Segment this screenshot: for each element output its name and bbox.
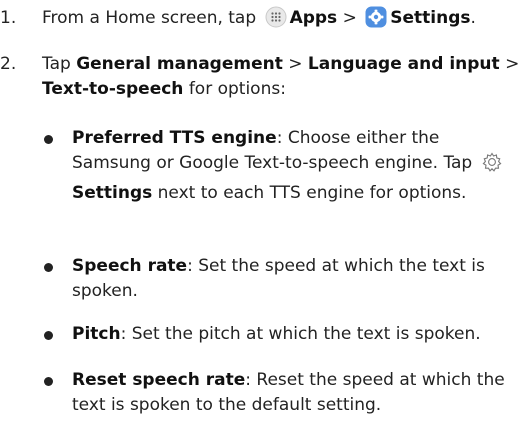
bullet-dot: [44, 135, 53, 144]
bullet-term: Preferred TTS engine: [72, 128, 277, 148]
bullet-term: Speech rate: [72, 256, 188, 276]
for-options-text: for options:: [188, 79, 286, 99]
step-number: 2.: [0, 54, 17, 74]
tap-word: Tap: [42, 54, 71, 74]
step-text: From a Home screen, tap Apps > Settings.: [42, 6, 520, 36]
gear-outline-icon: [481, 151, 503, 181]
step-2: 2. Tap General management > Language and…: [0, 52, 528, 104]
bullet-text: Preferred TTS engine: Choose either the …: [72, 126, 522, 206]
bullet-description: : Set the pitch at which the text is spo…: [120, 324, 481, 344]
apps-grid-icon: [265, 6, 287, 36]
step-text: Tap General management > Language and in…: [42, 52, 520, 102]
instructions-page: 1. From a Home screen, tap Apps > Settin…: [0, 0, 528, 425]
step-1-suffix: .: [470, 8, 476, 28]
apps-label: Apps: [289, 8, 338, 28]
bullet-text: Reset speech rate: Reset the speed at wh…: [72, 368, 522, 418]
general-management-label: General management: [76, 54, 283, 74]
language-and-input-label: Language and input: [307, 54, 500, 74]
bullet-text: Pitch: Set the pitch at which the text i…: [72, 322, 522, 347]
bullet-term: Pitch: [72, 324, 121, 344]
bullet-dot: [44, 331, 53, 340]
bullet-dot: [44, 377, 53, 386]
step-1-prefix: From a Home screen, tap: [42, 8, 257, 28]
settings-gear-icon: [365, 6, 387, 36]
text-to-speech-label: Text-to-speech: [42, 79, 184, 99]
bullet-text: Speech rate: Set the speed at which the …: [72, 254, 522, 304]
tap-word: Tap: [443, 153, 473, 173]
path-separator: >: [342, 8, 357, 28]
settings-label: Settings: [72, 183, 153, 203]
bullet-term: Reset speech rate: [72, 370, 246, 390]
path-separator: >: [505, 54, 520, 74]
bullet-dot: [44, 263, 53, 272]
path-separator: >: [288, 54, 303, 74]
bullet-tail: next to each TTS engine for options.: [157, 183, 467, 203]
settings-label: Settings: [390, 8, 471, 28]
step-number: 1.: [0, 8, 17, 28]
